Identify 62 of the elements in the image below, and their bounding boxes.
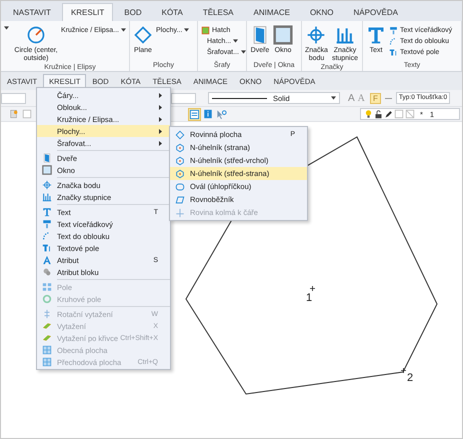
page-icon bbox=[22, 109, 32, 119]
grid-array-icon bbox=[42, 282, 52, 292]
info-icon bbox=[203, 109, 213, 119]
ribbon-tab[interactable]: OKNO bbox=[300, 3, 343, 21]
attribute-icon bbox=[42, 255, 52, 265]
polygon-icon bbox=[175, 168, 185, 178]
door-icon bbox=[42, 153, 52, 163]
circular-array-icon bbox=[42, 294, 52, 304]
diamond-icon bbox=[133, 25, 153, 45]
window-icon bbox=[273, 25, 293, 45]
perpendicular-plane-icon bbox=[175, 208, 185, 218]
diamond-icon bbox=[175, 130, 185, 140]
ribbon-tab[interactable]: TĚLESA bbox=[194, 3, 242, 21]
ribbon-tab[interactable]: BOD bbox=[115, 3, 151, 21]
text-icon bbox=[366, 25, 386, 45]
ribbon-tab[interactable]: NÁPOVĚDA bbox=[344, 3, 407, 21]
block-icon bbox=[42, 267, 52, 277]
ribbon-tab[interactable]: KÓTA bbox=[152, 3, 192, 21]
submenu-arrow-icon bbox=[159, 104, 162, 110]
text-icon bbox=[42, 207, 52, 217]
point-marker-icon bbox=[310, 286, 315, 291]
panel-icon bbox=[189, 108, 200, 120]
submenu-arrow-icon bbox=[159, 92, 162, 98]
input-field[interactable] bbox=[1, 92, 26, 104]
input-field[interactable] bbox=[171, 92, 196, 104]
window-icon bbox=[42, 165, 52, 175]
caret-icon bbox=[121, 28, 126, 32]
lock-icon bbox=[374, 110, 383, 118]
caret-icon bbox=[331, 96, 336, 100]
caret-icon bbox=[240, 50, 246, 54]
surface-icon bbox=[42, 357, 52, 367]
multiline-text-icon bbox=[42, 219, 52, 229]
crosshair-icon bbox=[306, 25, 326, 45]
color-swatch-icon bbox=[394, 109, 404, 119]
ribbon-tab[interactable]: NASTAVIT bbox=[4, 3, 60, 21]
point-label: 2 bbox=[407, 372, 414, 384]
text-field-icon bbox=[389, 48, 398, 56]
pattern-swatch-icon bbox=[405, 109, 415, 119]
arc-text-icon bbox=[389, 36, 398, 46]
multiline-text-icon bbox=[389, 26, 398, 34]
tick-marks-icon bbox=[42, 192, 52, 202]
point-label: 1 bbox=[306, 292, 312, 304]
submenu-arrow-icon bbox=[159, 116, 162, 122]
pencil-icon bbox=[384, 110, 393, 118]
submenu-arrow-icon bbox=[159, 140, 162, 146]
circle-icon bbox=[26, 25, 46, 45]
caret-icon bbox=[184, 28, 190, 32]
point-marker-icon bbox=[401, 368, 406, 373]
polygon-icon bbox=[175, 156, 185, 166]
ribbon-tab[interactable]: KRESLIT bbox=[62, 3, 114, 21]
bulb-icon bbox=[364, 109, 373, 119]
text-field-icon bbox=[42, 243, 52, 253]
quick-access-caret-icon bbox=[4, 26, 8, 30]
hatch-icon bbox=[201, 26, 210, 34]
crosshair-icon bbox=[42, 180, 52, 190]
surface-icon bbox=[42, 345, 52, 355]
parallelogram-icon bbox=[175, 194, 185, 204]
caret-icon bbox=[233, 39, 238, 43]
polygon-icon bbox=[175, 142, 185, 152]
ribbon-tab[interactable]: ANIMACE bbox=[244, 3, 299, 21]
revolve-icon bbox=[42, 309, 52, 319]
submenu-arrow-icon bbox=[159, 128, 162, 134]
